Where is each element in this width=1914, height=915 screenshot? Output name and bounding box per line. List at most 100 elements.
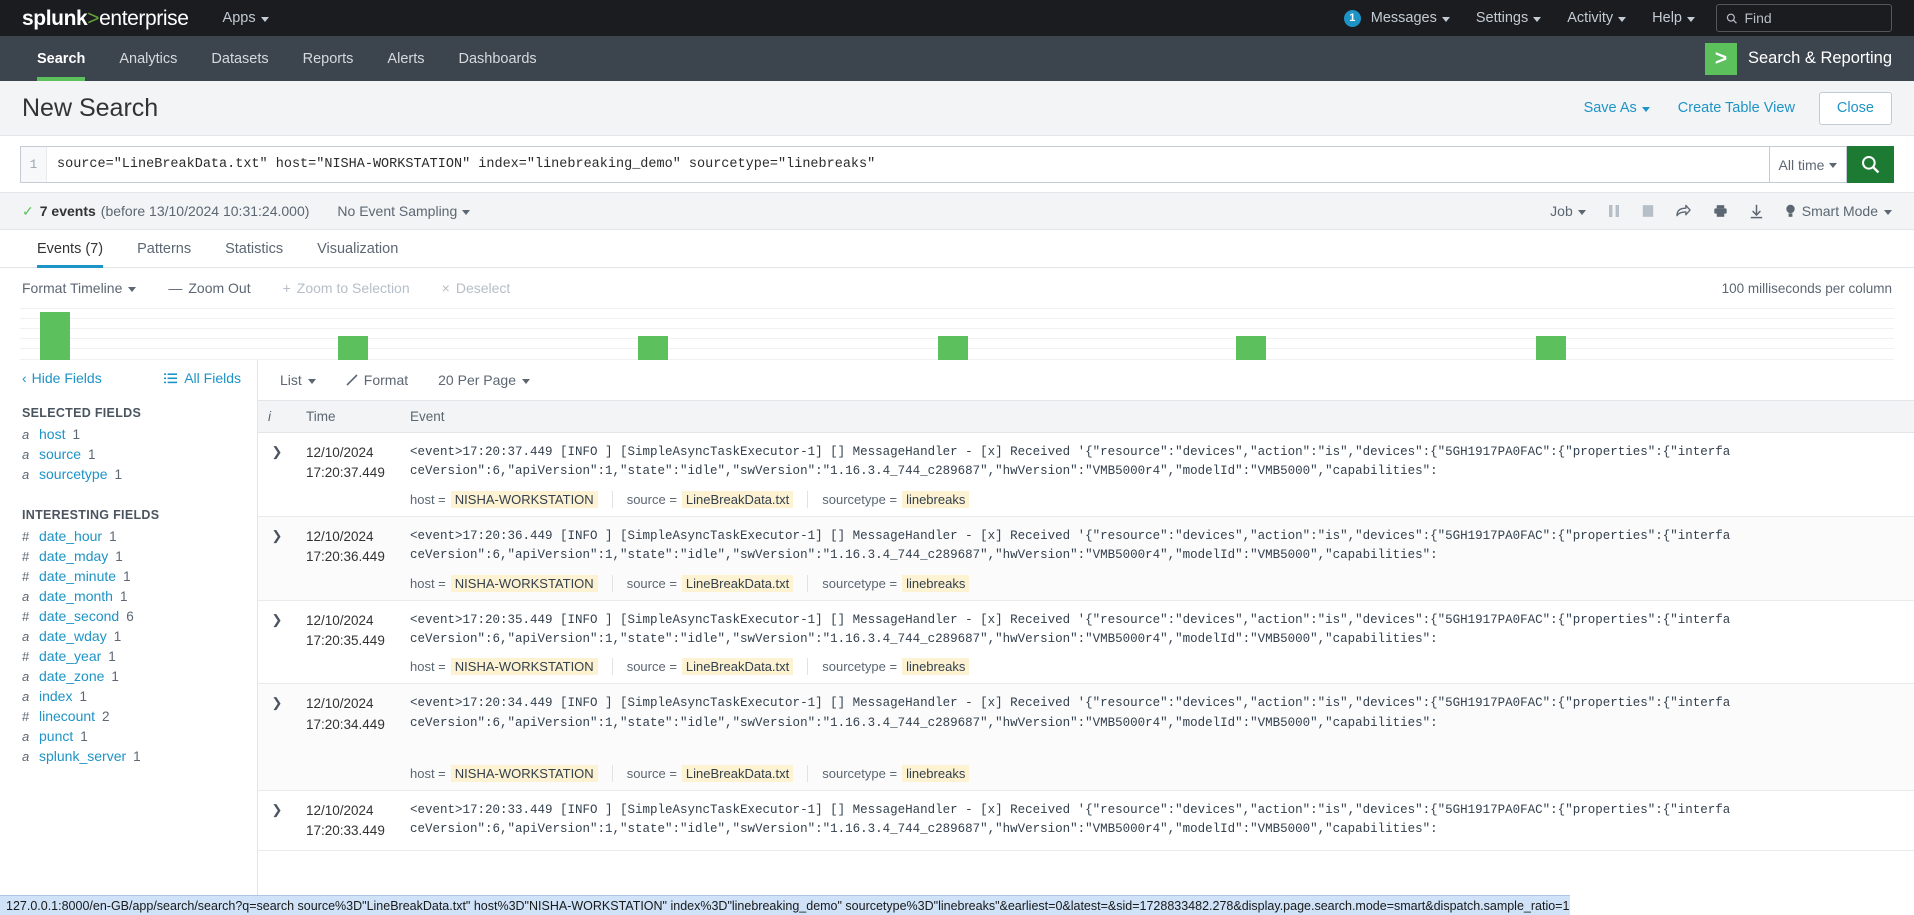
settings-menu[interactable]: Settings <box>1463 10 1554 26</box>
event-field-value[interactable]: linebreaks <box>902 765 969 782</box>
search-mode-menu[interactable]: Smart Mode <box>1774 203 1892 219</box>
find-input[interactable] <box>1744 10 1882 26</box>
close-button[interactable]: Close <box>1819 92 1892 125</box>
nav-item-datasets[interactable]: Datasets <box>194 36 285 81</box>
export-icon[interactable] <box>1739 204 1774 219</box>
event-time-cell[interactable]: 12/10/202417:20:35.449 <box>296 600 400 684</box>
app-brand[interactable]: > Search & Reporting <box>1705 36 1914 81</box>
format-button[interactable]: Format <box>346 372 408 388</box>
pause-icon[interactable] <box>1597 204 1631 218</box>
tab-statistics[interactable]: Statistics <box>208 230 300 267</box>
event-field-value[interactable]: NISHA-WORKSTATION <box>451 491 598 508</box>
event-field-value[interactable]: linebreaks <box>902 658 969 675</box>
event-field-value[interactable]: NISHA-WORKSTATION <box>451 765 598 782</box>
expand-row-cell[interactable]: ❯ <box>258 600 296 684</box>
events-scroll-region[interactable]: i Time Event ❯12/10/202417:20:37.449<eve… <box>258 400 1914 878</box>
field-item-date_hour[interactable]: #date_hour1 <box>0 526 257 546</box>
event-field-host[interactable]: host =NISHA-WORKSTATION <box>410 765 613 782</box>
activity-menu[interactable]: Activity <box>1554 10 1639 26</box>
event-field-host[interactable]: host =NISHA-WORKSTATION <box>410 491 613 508</box>
timeline-bar[interactable] <box>638 336 668 360</box>
timeline-bar[interactable] <box>1536 336 1566 360</box>
search-query-input[interactable]: source="LineBreakData.txt" host="NISHA-W… <box>47 147 1769 182</box>
field-item-date_month[interactable]: adate_month1 <box>0 586 257 606</box>
event-field-sourcetype[interactable]: sourcetype =linebreaks <box>822 575 983 592</box>
events-timeline-chart[interactable] <box>20 308 1894 360</box>
share-icon[interactable] <box>1665 204 1702 218</box>
chevron-right-icon[interactable]: ❯ <box>272 802 283 817</box>
event-field-value[interactable]: LineBreakData.txt <box>682 575 793 592</box>
nav-item-search[interactable]: Search <box>20 36 102 81</box>
expand-row-cell[interactable]: ❯ <box>258 433 296 517</box>
field-item-punct[interactable]: apunct1 <box>0 726 257 746</box>
per-page-menu[interactable]: 20 Per Page <box>438 372 530 388</box>
event-time-cell[interactable]: 12/10/202417:20:37.449 <box>296 433 400 517</box>
field-item-date_mday[interactable]: #date_mday1 <box>0 546 257 566</box>
list-view-menu[interactable]: List <box>280 372 316 388</box>
format-timeline-menu[interactable]: Format Timeline <box>22 280 136 296</box>
apps-menu[interactable]: Apps <box>223 10 269 26</box>
zoom-out-button[interactable]: — Zoom Out <box>168 280 250 296</box>
nav-item-alerts[interactable]: Alerts <box>370 36 441 81</box>
event-field-sourcetype[interactable]: sourcetype =linebreaks <box>822 658 983 675</box>
chevron-right-icon[interactable]: ❯ <box>272 612 283 627</box>
search-input-wrapper[interactable]: 1 source="LineBreakData.txt" host="NISHA… <box>20 146 1769 183</box>
hide-fields-button[interactable]: ‹ Hide Fields <box>22 370 102 386</box>
expand-row-cell[interactable]: ❯ <box>258 684 296 791</box>
nav-item-dashboards[interactable]: Dashboards <box>442 36 554 81</box>
chevron-right-icon[interactable]: ❯ <box>272 695 283 710</box>
event-field-value[interactable]: LineBreakData.txt <box>682 491 793 508</box>
event-field-sourcetype[interactable]: sourcetype =linebreaks <box>822 491 983 508</box>
event-field-value[interactable]: NISHA-WORKSTATION <box>451 575 598 592</box>
all-fields-button[interactable]: All Fields <box>164 370 241 386</box>
expand-row-cell[interactable]: ❯ <box>258 516 296 600</box>
tab-events[interactable]: Events (7) <box>20 230 120 267</box>
job-menu[interactable]: Job <box>1539 203 1597 219</box>
event-field-value[interactable]: linebreaks <box>902 491 969 508</box>
field-item-source[interactable]: asource1 <box>0 444 257 464</box>
print-icon[interactable] <box>1702 204 1739 218</box>
messages-menu[interactable]: 1 Messages <box>1331 10 1463 27</box>
field-item-splunk_server[interactable]: asplunk_server1 <box>0 746 257 766</box>
event-field-host[interactable]: host =NISHA-WORKSTATION <box>410 575 613 592</box>
table-row[interactable]: ❯12/10/202417:20:36.449<event>17:20:36.4… <box>258 516 1914 600</box>
event-field-source[interactable]: source =LineBreakData.txt <box>627 658 809 675</box>
create-table-view-button[interactable]: Create Table View <box>1664 100 1809 116</box>
field-item-date_wday[interactable]: adate_wday1 <box>0 626 257 646</box>
event-field-value[interactable]: LineBreakData.txt <box>682 658 793 675</box>
chevron-right-icon[interactable]: ❯ <box>272 444 283 459</box>
tab-visualization[interactable]: Visualization <box>300 230 415 267</box>
table-row[interactable]: ❯12/10/202417:20:35.449<event>17:20:35.4… <box>258 600 1914 684</box>
run-search-button[interactable] <box>1847 146 1894 183</box>
splunk-logo[interactable]: splunk>enterprise <box>22 8 189 29</box>
event-time-cell[interactable]: 12/10/202417:20:33.449 <box>296 791 400 851</box>
field-item-date_second[interactable]: #date_second6 <box>0 606 257 626</box>
stop-icon[interactable] <box>1631 204 1665 218</box>
tab-patterns[interactable]: Patterns <box>120 230 208 267</box>
event-field-value[interactable]: NISHA-WORKSTATION <box>451 658 598 675</box>
event-sampling-menu[interactable]: No Event Sampling <box>337 203 470 219</box>
table-row[interactable]: ❯12/10/202417:20:33.449<event>17:20:33.4… <box>258 791 1914 851</box>
event-field-value[interactable]: LineBreakData.txt <box>682 765 793 782</box>
event-field-source[interactable]: source =LineBreakData.txt <box>627 575 809 592</box>
timeline-bar[interactable] <box>40 312 70 360</box>
event-field-source[interactable]: source =LineBreakData.txt <box>627 765 809 782</box>
event-field-host[interactable]: host =NISHA-WORKSTATION <box>410 658 613 675</box>
timeline-bar[interactable] <box>338 336 368 360</box>
table-row[interactable]: ❯12/10/202417:20:37.449<event>17:20:37.4… <box>258 433 1914 517</box>
event-time-cell[interactable]: 12/10/202417:20:34.449 <box>296 684 400 791</box>
nav-item-reports[interactable]: Reports <box>286 36 371 81</box>
field-item-sourcetype[interactable]: asourcetype1 <box>0 464 257 484</box>
field-item-date_minute[interactable]: #date_minute1 <box>0 566 257 586</box>
event-field-value[interactable]: linebreaks <box>902 575 969 592</box>
expand-row-cell[interactable]: ❯ <box>258 791 296 851</box>
find-box[interactable] <box>1716 4 1892 32</box>
field-item-date_zone[interactable]: adate_zone1 <box>0 666 257 686</box>
timeline-bar[interactable] <box>1236 336 1266 360</box>
help-menu[interactable]: Help <box>1639 10 1708 26</box>
save-as-menu[interactable]: Save As <box>1570 100 1664 116</box>
event-field-source[interactable]: source =LineBreakData.txt <box>627 491 809 508</box>
nav-item-analytics[interactable]: Analytics <box>102 36 194 81</box>
chevron-right-icon[interactable]: ❯ <box>272 528 283 543</box>
table-row[interactable]: ❯12/10/202417:20:34.449<event>17:20:34.4… <box>258 684 1914 791</box>
